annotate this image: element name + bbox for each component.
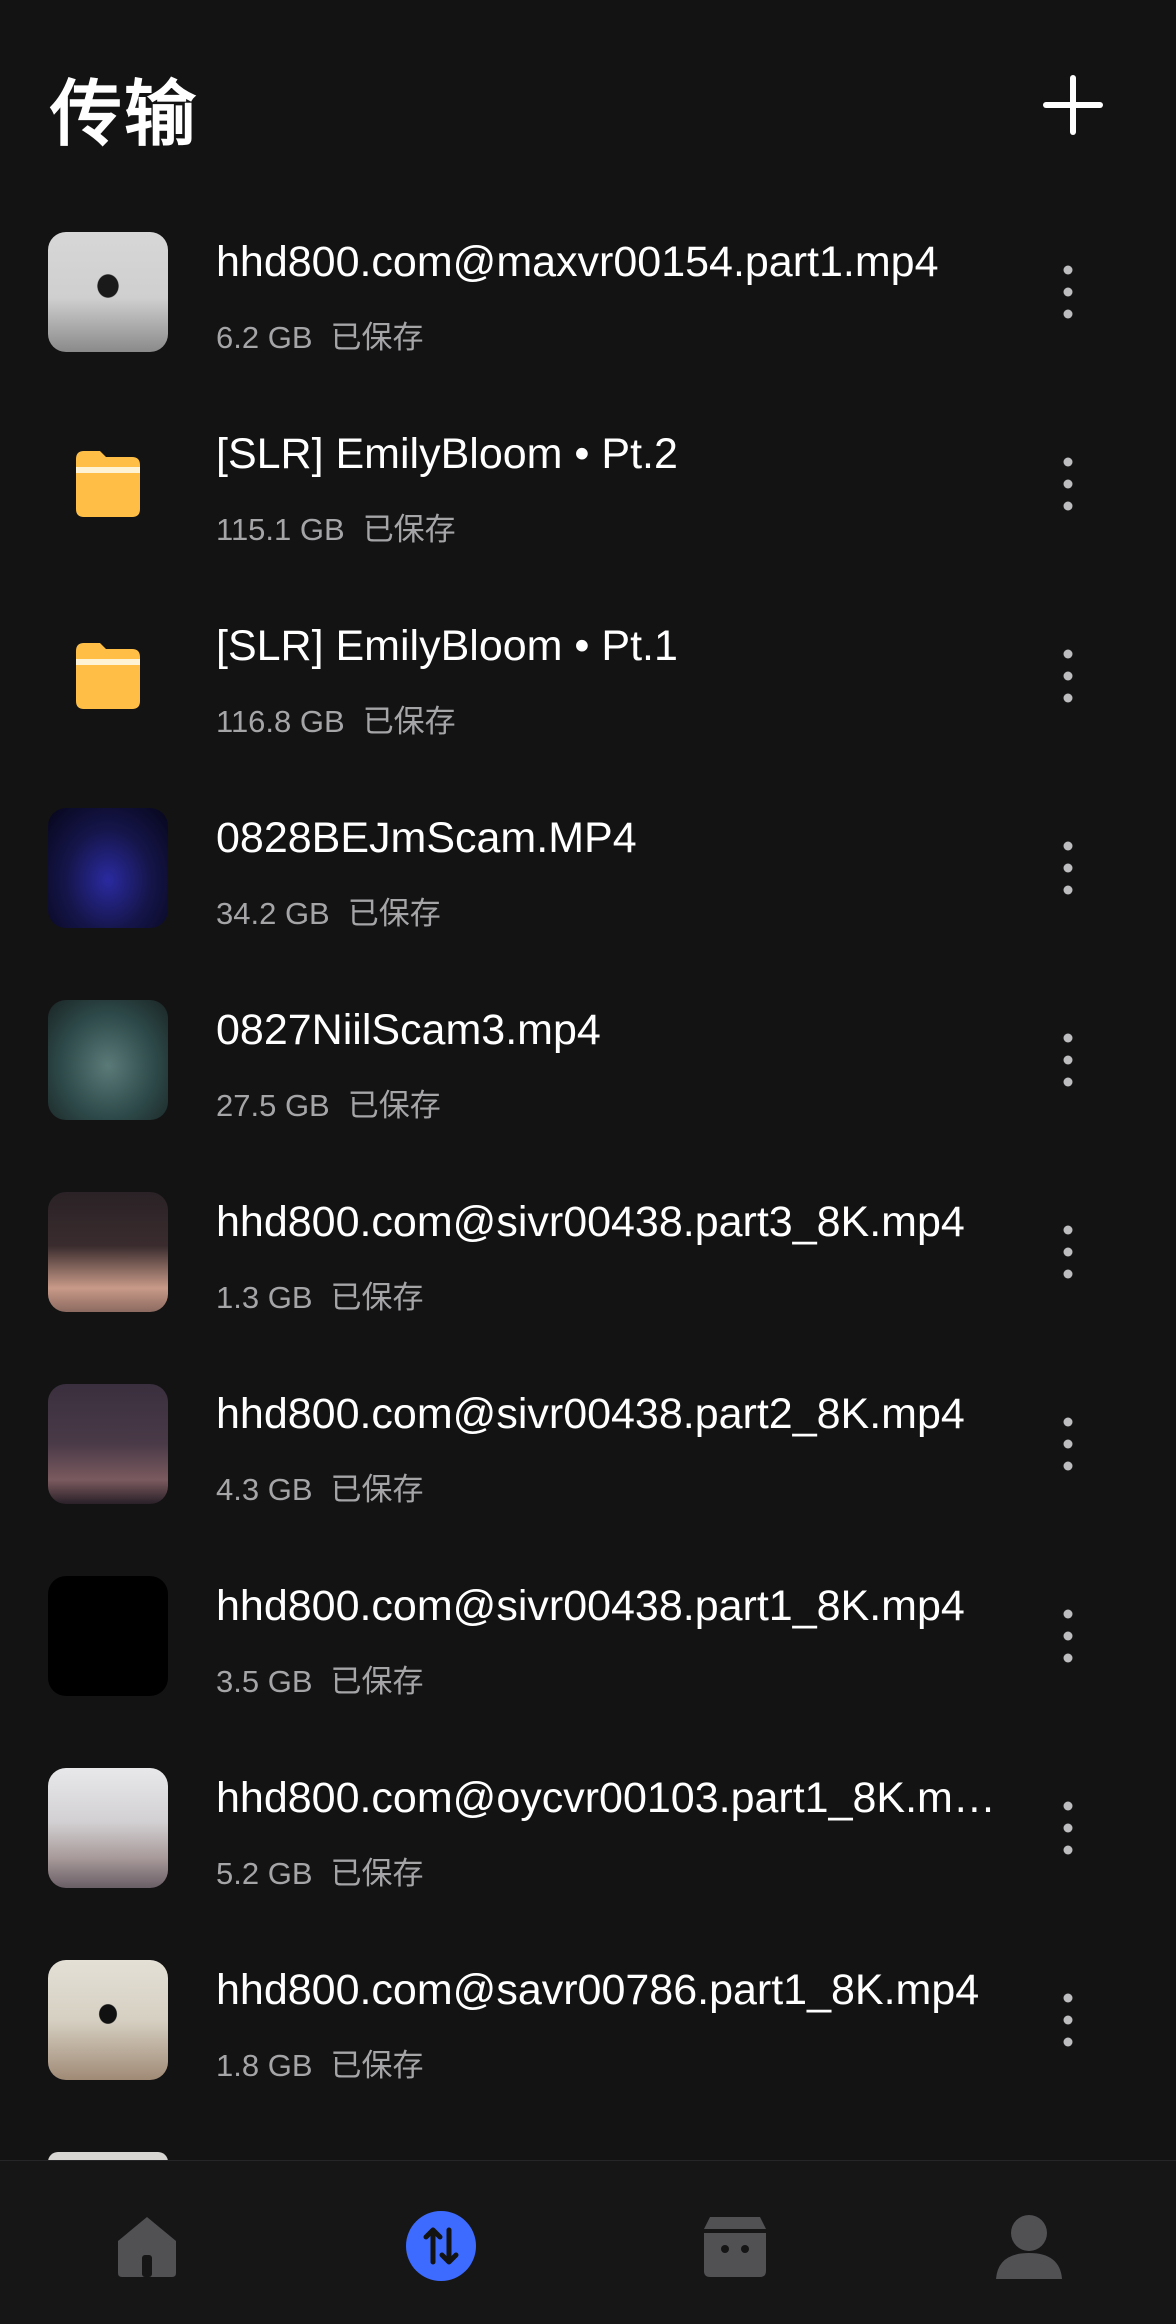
transfer-icon — [406, 2211, 476, 2281]
video-thumbnail — [48, 1576, 168, 1696]
file-status: 已保存 — [330, 2048, 424, 2084]
file-name: hhd800.com@maxvr00154.part1.mp4 — [216, 238, 939, 286]
more-options-icon[interactable] — [1050, 1604, 1086, 1668]
more-options-icon[interactable] — [1050, 1028, 1086, 1092]
file-status: 已保存 — [330, 1280, 424, 1316]
bottom-tab-bar — [0, 2160, 1176, 2324]
file-meta: 115.1 GB 已保存 — [216, 504, 456, 549]
more-options-icon[interactable] — [1050, 644, 1086, 708]
list-item[interactable]: [SLR] EmilyBloom • Pt.1 116.8 GB 已保存 — [0, 594, 1176, 786]
page-title: 传输 — [50, 72, 199, 156]
file-meta: 4.3 GB 已保存 — [216, 1464, 424, 1509]
list-item[interactable]: hhd800.com@sivr00438.part1_8K.mp4 3.5 GB… — [0, 1554, 1176, 1746]
file-status: 已保存 — [362, 512, 456, 548]
list-item[interactable]: hhd800.com@maxvr00154.part1.mp4 6.2 GB 已保… — [0, 210, 1176, 402]
video-thumbnail — [48, 1768, 168, 1888]
file-name: 0827NiilScam3.mp4 — [216, 1006, 601, 1054]
more-options-icon[interactable] — [1050, 1412, 1086, 1476]
box-icon — [704, 2217, 766, 2277]
more-options-icon[interactable] — [1050, 836, 1086, 900]
video-thumbnail — [48, 1192, 168, 1312]
file-size: 4.3 GB — [216, 1472, 313, 1507]
more-options-icon[interactable] — [1050, 1796, 1086, 1860]
file-size: 115.1 GB — [216, 512, 345, 547]
file-meta: 116.8 GB 已保存 — [216, 696, 456, 741]
more-options-icon[interactable] — [1050, 260, 1086, 324]
list-item[interactable]: hhd800.com@sivr00438.part3_8K.mp4 1.3 GB… — [0, 1170, 1176, 1362]
file-size: 27.5 GB — [216, 1088, 330, 1123]
file-status: 已保存 — [330, 1472, 424, 1508]
file-size: 34.2 GB — [216, 896, 330, 931]
file-name: hhd800.com@sivr00438.part2_8K.mp4 — [216, 1390, 965, 1438]
folder-icon — [76, 451, 140, 517]
file-status: 已保存 — [347, 896, 441, 932]
file-name: hhd800.com@savr00786.part1_8K.mp4 — [216, 1966, 980, 2014]
list-item[interactable]: 0827NiilScam3.mp4 27.5 GB 已保存 — [0, 978, 1176, 1170]
file-name: [SLR] EmilyBloom • Pt.2 — [216, 430, 678, 478]
file-size: 116.8 GB — [216, 704, 345, 739]
file-size: 1.8 GB — [216, 2048, 313, 2083]
header: 传输 — [0, 0, 1176, 210]
video-thumbnail — [48, 1960, 168, 2080]
add-button[interactable] — [1038, 70, 1108, 140]
file-meta: 3.5 GB 已保存 — [216, 1656, 424, 1701]
file-meta: 1.8 GB 已保存 — [216, 2040, 424, 2085]
file-size: 6.2 GB — [216, 320, 313, 355]
file-status: 已保存 — [347, 1088, 441, 1124]
file-status: 已保存 — [362, 704, 456, 740]
video-thumbnail — [48, 808, 168, 928]
tab-library[interactable] — [588, 2161, 882, 2324]
list-item[interactable]: hhd800.com@savr00786.part1_8K.mp4 1.8 GB… — [0, 1938, 1176, 2130]
file-name: 0828BEJmScam.MP4 — [216, 814, 637, 862]
file-status: 已保存 — [330, 1856, 424, 1892]
tab-home[interactable] — [0, 2161, 294, 2324]
file-name: hhd800.com@sivr00438.part3_8K.mp4 — [216, 1198, 965, 1246]
list-item[interactable]: hhd800.com@sivr00438.part2_8K.mp4 4.3 GB… — [0, 1362, 1176, 1554]
plus-icon — [1043, 75, 1103, 135]
file-name: hhd800.com@sivr00438.part1_8K.mp4 — [216, 1582, 965, 1630]
folder-icon — [76, 643, 140, 709]
more-options-icon[interactable] — [1050, 1220, 1086, 1284]
file-size: 5.2 GB — [216, 1856, 313, 1891]
file-meta: 5.2 GB 已保存 — [216, 1848, 424, 1893]
file-meta: 27.5 GB 已保存 — [216, 1080, 441, 1125]
file-meta: 34.2 GB 已保存 — [216, 888, 441, 933]
file-meta: 1.3 GB 已保存 — [216, 1272, 424, 1317]
more-options-icon[interactable] — [1050, 1988, 1086, 2052]
file-name: [SLR] EmilyBloom • Pt.1 — [216, 622, 678, 670]
file-meta: 6.2 GB 已保存 — [216, 312, 424, 357]
list-item[interactable]: hhd800.com@oycvr00103.part1_8K.mp4 5.2 G… — [0, 1746, 1176, 1938]
tab-profile[interactable] — [882, 2161, 1176, 2324]
tab-transfer[interactable] — [294, 2161, 588, 2324]
file-name: hhd800.com@oycvr00103.part1_8K.mp4 — [216, 1774, 996, 1822]
file-size: 3.5 GB — [216, 1664, 313, 1699]
list-item[interactable]: 0828BEJmScam.MP4 34.2 GB 已保存 — [0, 786, 1176, 978]
user-icon — [996, 2215, 1062, 2279]
more-options-icon[interactable] — [1050, 452, 1086, 516]
video-thumbnail — [48, 1000, 168, 1120]
list-item[interactable]: [SLR] EmilyBloom • Pt.2 115.1 GB 已保存 — [0, 402, 1176, 594]
file-status: 已保存 — [330, 1664, 424, 1700]
file-status: 已保存 — [330, 320, 424, 356]
video-thumbnail — [48, 232, 168, 352]
home-icon — [118, 2217, 176, 2277]
video-thumbnail — [48, 1384, 168, 1504]
file-size: 1.3 GB — [216, 1280, 313, 1315]
